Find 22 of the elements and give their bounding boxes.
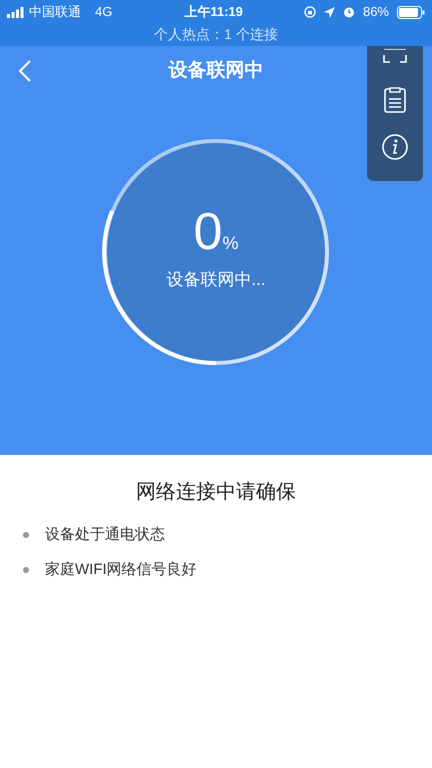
battery-icon: [397, 6, 425, 18]
rotation-lock-icon: [304, 6, 316, 18]
tips-title: 网络连接中请确保: [136, 480, 296, 505]
battery-percent: 86%: [362, 3, 389, 22]
clock-time: 上午11:19: [184, 3, 243, 22]
tip-item: 设备处于通电状态: [45, 525, 165, 545]
progress-percent: 0: [194, 205, 222, 260]
bullet-icon: [23, 566, 29, 573]
info-icon[interactable]: [382, 134, 408, 160]
percent-unit: %: [222, 232, 238, 256]
hotspot-status: 个人热点：1 个连接: [154, 25, 278, 44]
progress-caption: 设备联网中...: [166, 269, 266, 292]
alarm-icon: [342, 6, 355, 18]
bullet-icon: [23, 532, 29, 538]
signal-icon: [7, 6, 25, 18]
scan-icon[interactable]: [383, 49, 407, 63]
carrier-name: 中国联通: [29, 3, 81, 22]
clipboard-icon[interactable]: [384, 87, 406, 113]
location-icon: [324, 6, 335, 18]
tip-item: 家庭WIFI网络信号良好: [45, 560, 197, 580]
page-title: 设备联网中: [168, 58, 264, 83]
network-type: 4G: [95, 3, 112, 22]
